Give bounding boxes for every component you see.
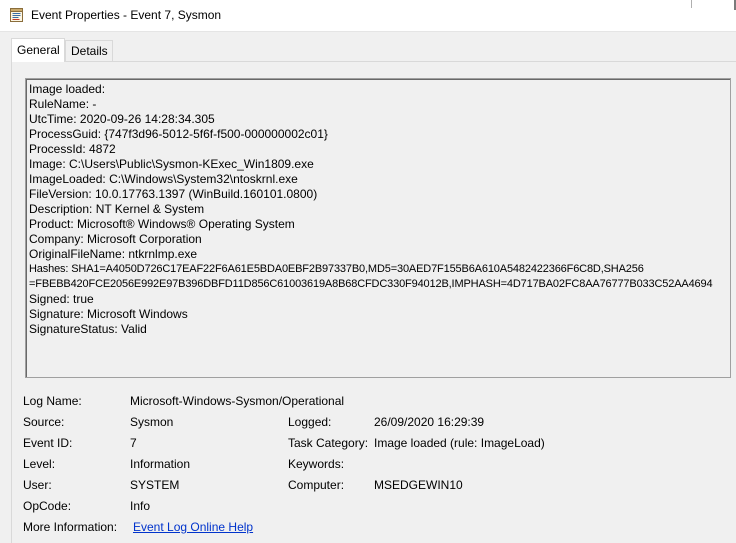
- description-line-hashes-cont: =FBEBB420FCE2056E992E97B396DBFD11D856C61…: [29, 278, 713, 290]
- description-line: Image: C:\Users\Public\Sysmon-KExec_Win1…: [29, 157, 314, 171]
- description-line: Description: NT Kernel & System: [29, 202, 205, 216]
- log-name-value[interactable]: Microsoft-Windows-Sysmon/Operational: [130, 393, 344, 409]
- description-line: OriginalFileName: ntkrnlmp.exe: [29, 247, 198, 261]
- event-id-value[interactable]: 7: [130, 435, 137, 451]
- event-properties-window: Event Properties - Event 7, Sysmon Gener…: [0, 0, 736, 543]
- user-label: User:: [23, 478, 52, 492]
- event-description-text: Image loaded: RuleName: - UtcTime: 2020-…: [29, 82, 730, 337]
- description-line: ProcessGuid: {747f3d96-5012-5f6f-f500-00…: [29, 127, 328, 141]
- task-category-value[interactable]: Image loaded (rule: ImageLoad): [374, 435, 545, 451]
- title-bar[interactable]: Event Properties - Event 7, Sysmon: [0, 0, 736, 32]
- task-category-label: Task Category:: [288, 436, 369, 450]
- description-line: Product: Microsoft® Windows® Operating S…: [29, 217, 295, 231]
- description-line: RuleName: -: [29, 97, 97, 111]
- opcode-label: OpCode:: [23, 499, 72, 513]
- logged-label: Logged:: [288, 415, 332, 429]
- level-value[interactable]: Information: [130, 456, 190, 472]
- description-line: UtcTime: 2020-09-26 14:28:34.305: [29, 112, 215, 126]
- description-line: FileVersion: 10.0.17763.1397 (WinBuild.1…: [29, 187, 318, 201]
- description-line: ProcessId: 4872: [29, 142, 116, 156]
- title-bar-edge: [691, 0, 692, 8]
- computer-value[interactable]: MSEDGEWIN10: [374, 477, 463, 493]
- description-line: Signed: true: [29, 292, 94, 306]
- window-title: Event Properties - Event 7, Sysmon: [31, 8, 222, 22]
- tab-general[interactable]: General: [11, 38, 65, 62]
- source-label: Source:: [23, 415, 65, 429]
- description-line: Company: Microsoft Corporation: [29, 232, 202, 246]
- computer-label: Computer:: [288, 478, 345, 492]
- log-name-label: Log Name:: [23, 394, 82, 408]
- source-value[interactable]: Sysmon: [130, 414, 173, 430]
- logged-value[interactable]: 26/09/2020 16:29:39: [374, 414, 484, 430]
- event-log-online-help-link[interactable]: Event Log Online Help: [133, 519, 253, 535]
- event-description-textbox[interactable]: Image loaded: RuleName: - UtcTime: 2020-…: [25, 78, 731, 378]
- tab-details[interactable]: Details: [65, 40, 113, 61]
- description-line: ImageLoaded: C:\Windows\System32\ntoskrn…: [29, 172, 298, 186]
- more-information-label: More Information:: [23, 520, 118, 534]
- user-value[interactable]: SYSTEM: [130, 477, 179, 493]
- description-line: SignatureStatus: Valid: [29, 322, 147, 336]
- description-line-hashes: Hashes: SHA1=A4050D726C17EAF22F6A61E5BDA…: [29, 263, 644, 275]
- opcode-value[interactable]: Info: [130, 498, 150, 514]
- description-line: Image loaded:: [29, 82, 106, 96]
- description-line: Signature: Microsoft Windows: [29, 307, 188, 321]
- keywords-label: Keywords:: [288, 457, 345, 471]
- level-label: Level:: [23, 457, 56, 471]
- event-id-label: Event ID:: [23, 436, 73, 450]
- event-viewer-icon: [10, 8, 23, 22]
